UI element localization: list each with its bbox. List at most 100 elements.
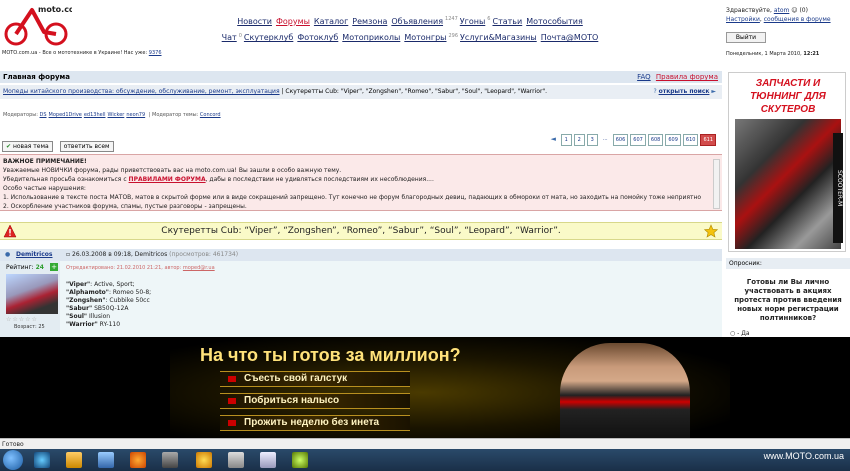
time-text: 12:21 [803,51,820,57]
document-icon[interactable] [260,452,276,468]
nav2-item-3[interactable]: Мотоприколы [342,33,400,42]
notice-line-2a: Убедительная просьба ознакомиться с [3,176,127,183]
post-date-text: 26.03.2008 в 09:18, Demitricos [72,251,168,258]
moderator-link[interactable]: neon79 [126,112,145,118]
post-edited-line: Отредактировано: 21.02.2010 21:21, автор… [66,265,215,271]
tool-icon[interactable] [228,452,244,468]
faq-link[interactable]: FAQ [637,73,651,81]
nav-item-2[interactable]: Каталог [314,17,348,26]
moderator-link[interactable]: ed13hell [84,112,106,118]
folder-icon[interactable] [66,452,82,468]
main-nav-row-1: Новости Форумы Каталог Ремзона Объявления 124… [200,12,620,29]
notice-line-4: 1. Использование в тексте поста МАТОВ, м… [3,194,702,201]
post-header: ● Demitricos ▫ 26.03.2008 в 09:18, Demit… [0,249,722,261]
nav-item-6[interactable]: Статьи [492,17,522,26]
nav-item-0[interactable]: Новости [237,17,272,26]
nav2-item-0[interactable]: Чат [222,33,237,42]
nav2-item-1[interactable]: Скутерклуб [244,33,293,42]
settings-link[interactable]: Настройки [726,16,760,23]
user-info-column: Рейтинг: 24 + ☆☆☆☆☆ Возраст: 25 [0,261,60,348]
notice-scrollbar[interactable] [713,159,720,209]
media-icon[interactable] [98,452,114,468]
edited-label: Отредактировано: 21.02.2010 21:21, автор… [66,265,182,271]
important-notice: ВАЖНОЕ ПРИМЕЧАНИЕ! Уважаемые НОВИЧКИ фор… [0,154,722,211]
forum-rules-link[interactable]: Правила форума [656,73,718,81]
post-line-brand: "Zongshen" [66,297,106,304]
banner-item-3[interactable]: Прожить неделю без инета [220,415,410,431]
nav-item-1[interactable]: Форумы [276,17,310,26]
favorite-star-icon[interactable] [704,224,718,238]
radio-icon[interactable]: ○ [730,330,735,337]
page-link[interactable]: 609 [665,134,681,146]
rating-value: 24 [35,264,44,271]
logout-button[interactable]: Выйти [726,32,766,43]
nav-item-4[interactable]: Объявления [391,17,443,26]
app-icon[interactable] [162,452,178,468]
open-search-link[interactable]: открыть поиск [659,88,710,95]
utility-icon[interactable] [292,452,308,468]
site-slogan: МОТО.com.ua - Все о мототехнике в Украин… [2,50,162,56]
nav-item-7[interactable]: Мотособытия [526,17,583,26]
banner-item-2[interactable]: Побриться налысо [220,393,410,409]
post-line: "Soul" Illusion [66,313,151,321]
page-link[interactable]: 2 [573,134,585,146]
post-line-text: RY-110 [97,321,121,328]
post-line: "Viper": Active, Sport; [66,281,151,289]
start-button-icon[interactable] [3,450,23,470]
forum-messages-link[interactable]: сообщения в форуме [764,16,831,23]
breadcrumb-parent-link[interactable]: Мопеды китайского производства: обсужден… [3,88,280,95]
page-link[interactable]: 607 [630,134,646,146]
moderator-link[interactable]: DS [40,112,47,118]
page-link[interactable]: 606 [612,134,629,146]
tray-watermark: www.MOTO.com.ua [763,451,844,461]
moderator-link[interactable]: Moped1Drive [49,112,82,118]
edited-by-link[interactable]: moped@r.ua [183,265,215,271]
current-date: Понедельник, 1 Марта 2010, 12:21 [726,51,819,57]
nav2-item-4[interactable]: Мотонгры [404,33,446,42]
forum-main: Главная форума FAQ Правила форума Мопеды… [0,68,722,348]
post-line-text: : Cubbike 50cc [105,297,150,304]
avatar[interactable] [6,274,58,314]
post-author-link[interactable]: Demitricos [16,249,53,261]
topic-moderator-link[interactable]: Concord [200,112,221,118]
prev-page-arrow-icon[interactable]: ◄ [547,134,559,146]
nav-item-3[interactable]: Ремзона [352,17,387,26]
ie-icon[interactable] [34,452,50,468]
new-topic-label: новая тема [12,143,49,150]
new-topic-button[interactable]: ✔ новая тема [2,141,53,152]
nav-item-5[interactable]: Угоны [460,17,486,26]
post-line-brand: "Viper" [66,281,91,288]
page-link[interactable]: 608 [647,134,664,146]
poll-option-yes[interactable]: ○ - Да [730,330,750,337]
main-nav-row-2: Чат 0 Скутерклуб Фотоклуб Мотоприколы Мотонгр… [200,29,620,46]
firefox-icon[interactable] [130,452,146,468]
rating-plus-button[interactable]: + [50,263,58,271]
username-link[interactable]: atom [774,7,790,14]
nav2-item-2[interactable]: Фотоклуб [297,33,338,42]
notice-rules-link[interactable]: ПРАВИЛАМИ ФОРУМА [129,176,206,183]
page-link[interactable]: 3 [586,134,598,146]
post-line-text: : Romeo 50-8; [108,289,152,296]
poll-question: Готовы ли Вы лично участвовать в акциях … [734,278,842,322]
page-link[interactable]: 611 [700,134,716,146]
members-count-link[interactable]: 9376 [149,50,162,56]
moderator-link[interactable]: Wicker [108,112,125,118]
page-link[interactable]: 1 [560,134,572,146]
reply-all-button[interactable]: ответить всем [59,141,114,152]
scooter-parts-ad[interactable]: ЗАПЧАСТИ И ТЮННИНГ ДЛЯ СКУТЕРОВ SCOOTER-… [728,72,846,252]
moto-logo[interactable]: moto.com.ua [4,2,72,46]
dropdown-arrow-icon: ► [711,88,716,95]
nav2-item-6[interactable]: Почта@МОТО [541,33,599,42]
post-line: "Alphamoto": Romeo 50-8; [66,289,151,297]
topic-moderator-label: | Модератор темы: [148,112,199,118]
slogan-text: МОТО.com.ua - Все о мототехнике в Украин… [2,50,148,56]
rating-label: Рейтинг: [6,264,34,271]
author-online-icon: ● [5,251,11,258]
nav2-item-5[interactable]: Услуги&Магазины [460,33,537,42]
info-icon[interactable] [196,452,212,468]
million-banner-ad[interactable]: На что ты готов за миллион? Съесть свой … [0,337,850,438]
post-line-text: SB50Q-12A [92,305,129,312]
topic-actions: ✔ новая тема ответить всем [2,133,116,152]
page-link[interactable]: 610 [682,134,699,146]
banner-item-1[interactable]: Съесть свой галстук [220,371,410,387]
